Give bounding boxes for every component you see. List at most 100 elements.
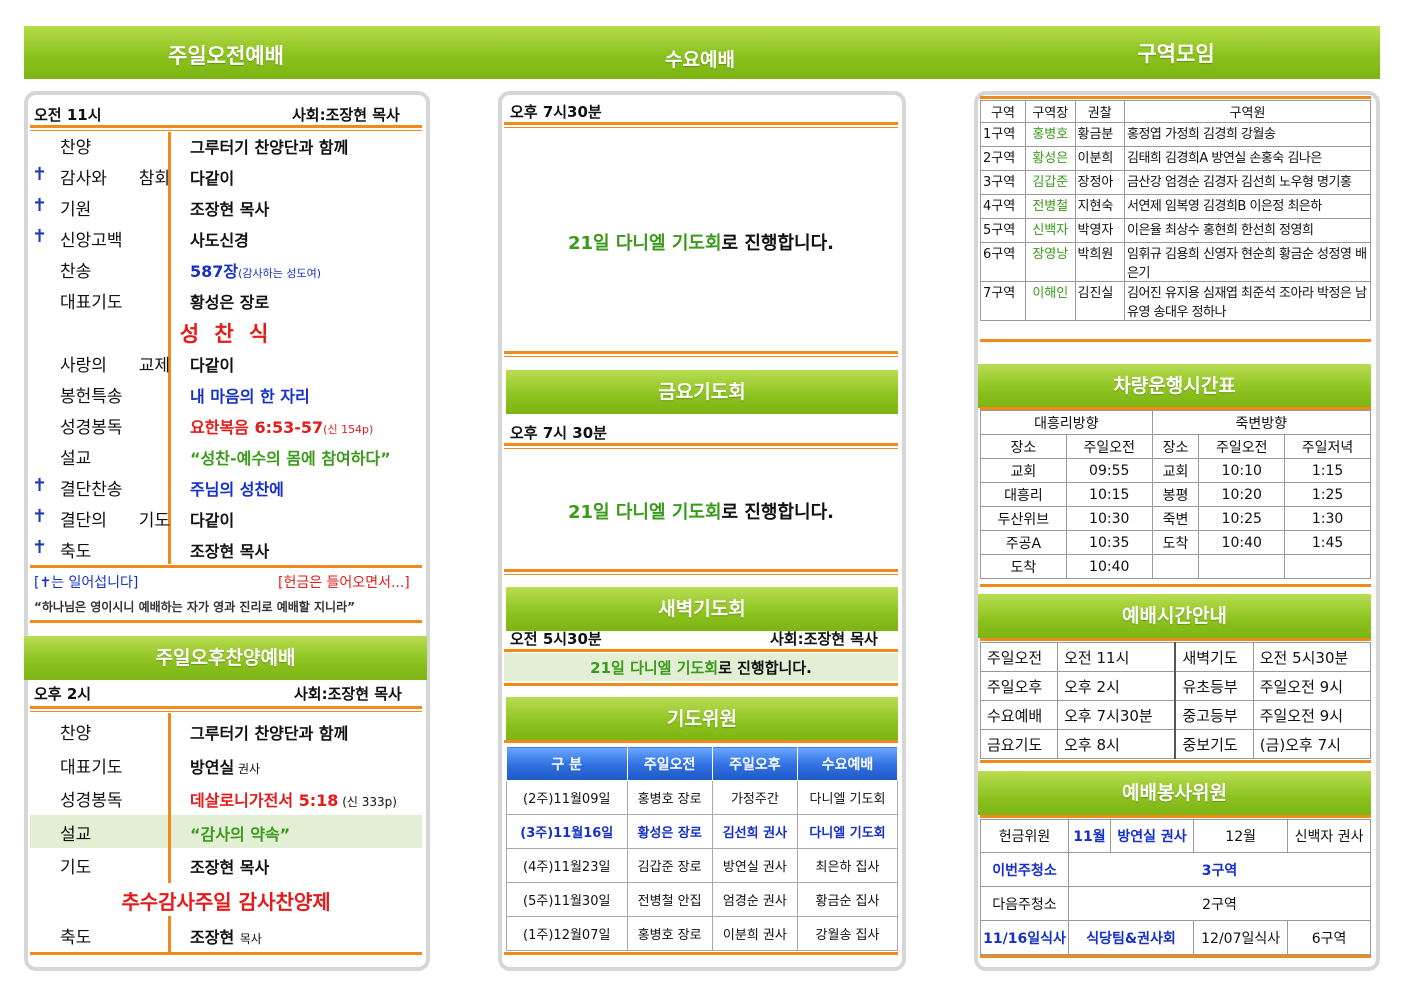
table-header: 권찰 bbox=[1074, 100, 1125, 123]
table-cell: 박영자 bbox=[1074, 218, 1125, 243]
next-week-cleaning-label: 다음주청소 bbox=[980, 886, 1069, 921]
order-label: 대표기도 bbox=[60, 757, 123, 778]
table-row: 교회 09:55 교회 10:10 1:15 bbox=[980, 458, 1371, 483]
divider bbox=[980, 815, 1371, 818]
table-cell: 10:35 bbox=[1065, 530, 1153, 555]
table-cell: 중보기도 bbox=[1174, 729, 1254, 759]
table-cell: 죽변 bbox=[1151, 506, 1200, 531]
service-times-header: 예배시간안내 bbox=[978, 594, 1371, 638]
order-row: 찬양 그루터기 찬양단과 함께 bbox=[30, 130, 420, 161]
table-header: 장소 bbox=[1151, 434, 1200, 459]
table-cell: 주일오전 bbox=[979, 642, 1059, 672]
order-value: 다같이 bbox=[190, 356, 235, 375]
table-cell: 7구역 bbox=[979, 281, 1027, 321]
table-cell: 유초등부 bbox=[1174, 671, 1254, 701]
table-cell: 도착 bbox=[980, 554, 1067, 579]
table-cell: 이분희 bbox=[1074, 146, 1125, 171]
wednesday-time: 오후 7시30분 bbox=[510, 103, 602, 121]
table-cell: 황금분 bbox=[1074, 122, 1125, 147]
offering-note: [헌금은 들어오면서...] bbox=[278, 575, 410, 591]
divider bbox=[504, 443, 898, 446]
table-cell: 김어진 유지용 심재엽 최준석 조아라 박정은 남유영 송대우 정하나 bbox=[1124, 281, 1371, 321]
table-cell: 장영낭 bbox=[1025, 242, 1076, 282]
divider bbox=[980, 96, 1371, 99]
prayer-committee-header: 기도위원 bbox=[506, 697, 898, 741]
cross-icon: ✝ bbox=[32, 164, 48, 185]
table-cell: 10:40 bbox=[1198, 530, 1286, 555]
order-row: ✝ 결단찬송 주님의 성찬에 bbox=[30, 472, 420, 503]
order-value: 조장현 목사 bbox=[190, 542, 270, 561]
order-value: 그루터기 찬양단과 함께 bbox=[190, 724, 349, 743]
table-cell: 5구역 bbox=[979, 218, 1027, 243]
scripture-verse: “하나님은 영이시니 예배하는 자가 영과 진리로 예배할 지니라” bbox=[34, 600, 356, 614]
table-cell: 10:10 bbox=[1198, 458, 1286, 483]
table-cell: 장정아 bbox=[1074, 170, 1125, 195]
direction-2: 죽변방향 bbox=[1151, 410, 1372, 435]
order-value: 내 마음의 한 자리 bbox=[190, 387, 310, 406]
cross-icon: ✝ bbox=[32, 226, 48, 247]
meal-value-2: 6구역 bbox=[1287, 920, 1371, 955]
offering-member-1: 방연실 권사 bbox=[1109, 819, 1195, 853]
order-label: 결단찬송 bbox=[60, 480, 123, 500]
order-value: 요한복음 6:53-57(신 154p) bbox=[190, 418, 374, 437]
benediction-value: 조장현 목사 bbox=[190, 928, 262, 947]
table-cell: 6구역 bbox=[979, 242, 1027, 282]
table-cell: 주공A bbox=[980, 530, 1067, 555]
table-row: 두산위브 10:30 죽변 10:25 1:30 bbox=[980, 506, 1371, 531]
table-cell: 김갑준 장로 bbox=[626, 848, 713, 883]
cross-icon: ✝ bbox=[32, 537, 48, 558]
order-value: 다같이 bbox=[190, 169, 235, 188]
order-value: 조장현 목사 bbox=[190, 858, 270, 877]
morning-worship-header: 주일오전예배 bbox=[168, 44, 284, 68]
table-cell bbox=[1284, 554, 1371, 579]
table-cell: 교회 bbox=[1151, 458, 1200, 483]
direction-1: 대흥리방향 bbox=[980, 410, 1153, 435]
order-row: 찬양 그루터기 찬양단과 함께 bbox=[30, 716, 420, 747]
table-cell: 김선희 권사 bbox=[711, 814, 799, 849]
morning-host: 사회:조장현 목사 bbox=[292, 106, 400, 124]
table-header: 주일오전 bbox=[1198, 434, 1286, 459]
table-cell: 강월송 집사 bbox=[797, 916, 898, 951]
table-cell: 오후 7시30분 bbox=[1057, 700, 1177, 730]
table-cell: 이해인 bbox=[1025, 281, 1076, 321]
prayer-committee-table: 구 분 주일오전 주일오후 수요예배 (2주)11월09일 홍병호 장로 가정주간 다니엘 … bbox=[506, 746, 898, 951]
month-2: 12월 bbox=[1193, 819, 1289, 853]
table-cell: (2주)11월09일 bbox=[506, 780, 628, 815]
divider bbox=[30, 952, 422, 955]
cell-group-table: 구역 구역장 권찰 구역원 1구역 홍병호 황금분 홍정엽 가정희 김경희 강월송 2구역 황성… bbox=[979, 100, 1371, 321]
table-cell bbox=[1151, 554, 1200, 579]
table-header: 수요예배 bbox=[797, 746, 898, 781]
order-label: 봉헌특송 bbox=[60, 387, 123, 407]
order-value: 다같이 bbox=[190, 511, 235, 530]
order-row: 설교 “성찬-예수의 몸에 참여하다” bbox=[30, 441, 420, 472]
order-label: 결단의 기도 bbox=[60, 511, 170, 531]
table-row: 주일오후 오후 2시 유초등부 주일오전 9시 bbox=[979, 671, 1372, 701]
table-cell: 10:20 bbox=[1198, 482, 1286, 507]
order-value: “감사의 약속” bbox=[190, 824, 291, 844]
table-cell: 10:15 bbox=[1065, 482, 1153, 507]
divider bbox=[30, 620, 422, 623]
table-row: (2주)11월09일 홍병호 장로 가정주간 다니엘 기도회 bbox=[506, 780, 898, 815]
divider bbox=[30, 125, 422, 128]
table-cell: 박희원 bbox=[1074, 242, 1125, 282]
order-row: 찬송 587장(감사하는 성도여) bbox=[30, 254, 420, 285]
table-row: 도착 10:40 bbox=[980, 554, 1371, 579]
table-cell: 황성은 bbox=[1025, 146, 1076, 171]
table-cell: 10:30 bbox=[1065, 506, 1153, 531]
divider bbox=[504, 683, 898, 686]
order-value: “성찬-예수의 몸에 참여하다” bbox=[190, 449, 391, 468]
top-banner: 주일오전예배 수요예배 구역모임 bbox=[24, 26, 1380, 79]
table-cell: 홍병호 bbox=[1025, 122, 1076, 147]
order-row: 봉헌특송 내 마음의 한 자리 bbox=[30, 379, 420, 410]
bus-schedule-table: 대흥리방향 죽변방향 장소 주일오전 장소 주일오전 주일저녁 교회 09:55 교회 10:… bbox=[980, 410, 1372, 579]
order-row: ✝ 기원 조장현 목사 bbox=[30, 192, 420, 223]
table-cell: 도착 bbox=[1151, 530, 1200, 555]
order-label: 기원 bbox=[60, 200, 92, 220]
order-value: 그루터기 찬양단과 함께 bbox=[190, 138, 349, 157]
table-cell: (4주)11월23일 bbox=[506, 848, 628, 883]
order-value: 방연실 권사 bbox=[190, 757, 261, 777]
order-row: 성경봉독 데살로니가전서 5:18 (신 333p) bbox=[30, 783, 420, 814]
order-label: 축도 bbox=[60, 542, 92, 562]
order-value: 조장현 목사 bbox=[190, 200, 270, 219]
order-label: 성경봉독 bbox=[60, 791, 123, 811]
